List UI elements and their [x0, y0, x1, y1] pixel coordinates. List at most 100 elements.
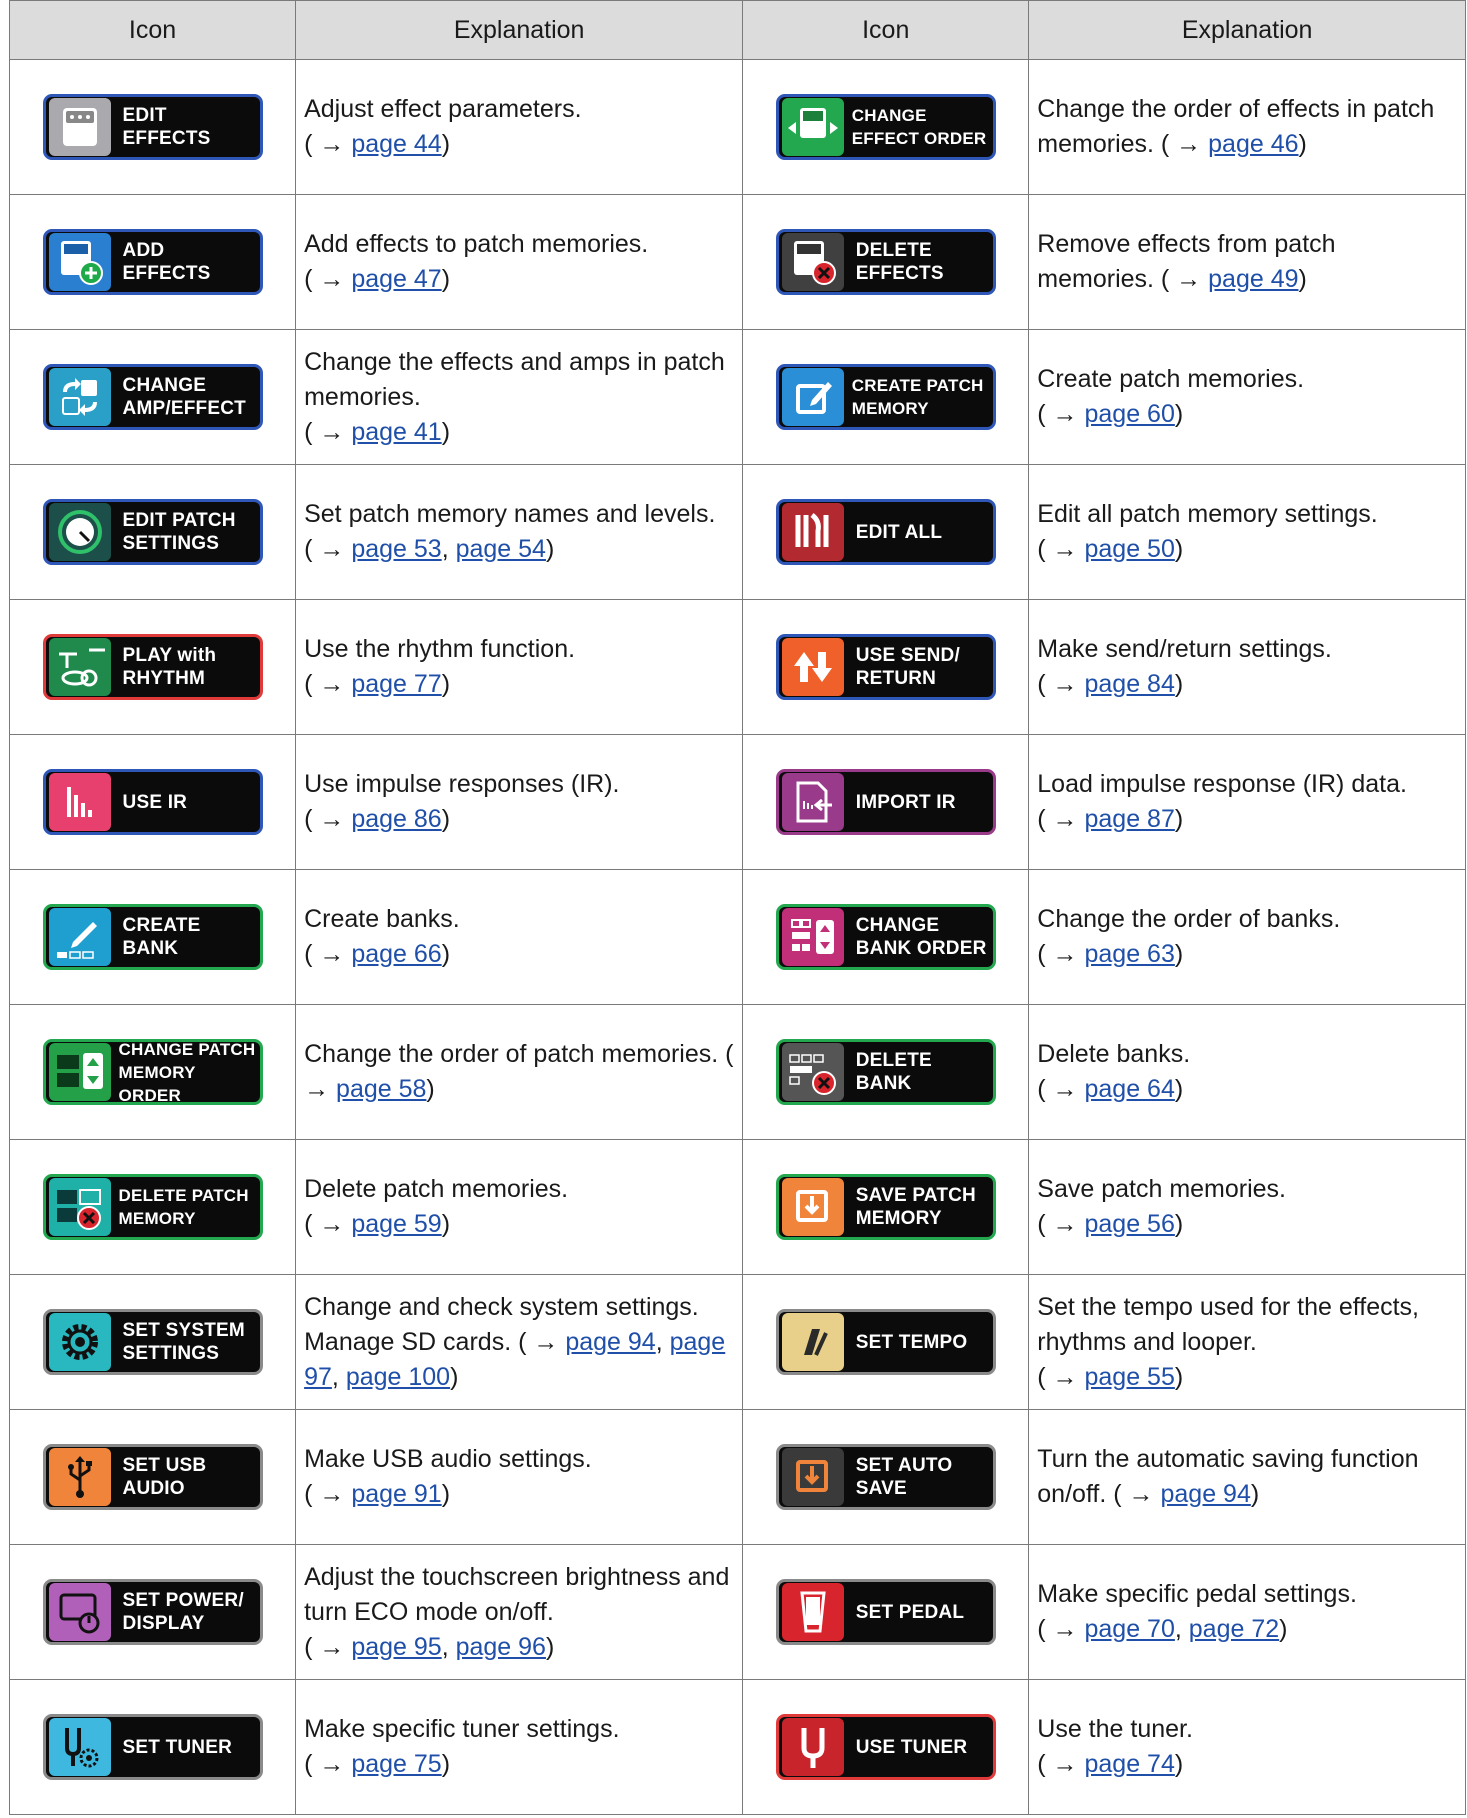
icon-cell: SET TEMPO — [742, 1274, 1030, 1410]
page-link[interactable]: page 66 — [351, 940, 441, 968]
page-link[interactable]: page 96 — [456, 1633, 546, 1661]
tile-label: CREATE BANK — [123, 914, 201, 960]
page-link[interactable]: page 49 — [1208, 265, 1298, 293]
tile-label-line: DELETE — [855, 240, 932, 261]
explanation-text: Use impulse responses (IR). — [304, 770, 620, 798]
page-link[interactable]: page 74 — [1085, 1750, 1175, 1778]
set-pedal-button[interactable]: SET PEDAL — [775, 1579, 996, 1645]
page-link[interactable]: page 100 — [346, 1363, 450, 1391]
use-send-return-button[interactable]: USE SEND/RETURN — [775, 634, 996, 700]
page-link[interactable]: page 63 — [1085, 940, 1175, 968]
link-separator: , — [331, 1362, 346, 1391]
explanation-text: Adjust the touchscreen brightness and tu… — [304, 1562, 730, 1626]
explanation-tail: ) — [1250, 1480, 1260, 1508]
page-link[interactable]: page 41 — [351, 418, 441, 446]
tile-label-line: IMPORT IR — [855, 791, 956, 813]
page-link[interactable]: page 47 — [351, 265, 441, 293]
save-patch-memory-button[interactable]: SAVE PATCH MEMORY — [775, 1174, 996, 1240]
explanation-text: ( → — [304, 670, 352, 698]
page-link[interactable]: page 44 — [351, 130, 441, 158]
explanation-cell: Turn the automatic saving function on/of… — [1028, 1409, 1466, 1545]
page-link[interactable]: page 75 — [351, 1750, 441, 1778]
explanation-text: ( → — [304, 805, 352, 833]
set-tempo-button[interactable]: SET TEMPO — [775, 1309, 996, 1375]
use-tuner-button[interactable]: USE TUNER — [775, 1714, 996, 1780]
page-link[interactable]: page 56 — [1085, 1210, 1175, 1238]
page-link[interactable]: page 94 — [565, 1328, 655, 1356]
delete-bank-button[interactable]: DELETE BANK — [775, 1039, 996, 1105]
explanation-cell: Adjust effect parameters. ( → page 44) — [295, 59, 744, 195]
icon-cell: SET AUTO SAVE — [742, 1409, 1030, 1545]
header-icon: Icon — [8, 0, 297, 60]
pedal-icon — [48, 98, 111, 156]
change-amp-effect-button[interactable]: CHANGE AMP/EFFECT — [42, 364, 263, 430]
edit-effects-button[interactable]: EDIT EFFECTS — [42, 94, 263, 160]
create-patch-memory-button[interactable]: CREATE PATCH MEMORY — [775, 364, 996, 430]
explanation-cell: Set the tempo used for the effects, rhyt… — [1028, 1274, 1466, 1410]
page-link[interactable]: page 59 — [351, 1210, 441, 1238]
tile-label: SET SYSTEM SETTINGS — [123, 1319, 245, 1365]
tile-label: SET TUNER — [123, 1736, 232, 1759]
page-link[interactable]: page 60 — [1085, 400, 1175, 428]
page-link[interactable]: page 64 — [1085, 1075, 1175, 1103]
edit-patch-settings-button[interactable]: EDIT PATCH SETTINGS — [42, 499, 263, 565]
explanation-tail: ) — [441, 265, 451, 293]
use-ir-button[interactable]: USE IR — [42, 769, 263, 835]
page-link[interactable]: page 94 — [1161, 1480, 1251, 1508]
page-link[interactable]: page 95 — [351, 1633, 441, 1661]
page-link[interactable]: page 70 — [1085, 1615, 1175, 1643]
page-link[interactable]: page 54 — [456, 535, 546, 563]
save-icon — [781, 1178, 844, 1236]
import-ir-button[interactable]: IMPORT IR — [775, 769, 996, 835]
change-bank-order-button[interactable]: CHANGE BANK ORDER — [775, 904, 996, 970]
page-link[interactable]: page 46 — [1208, 130, 1298, 158]
page-link[interactable]: page 50 — [1085, 535, 1175, 563]
delete-patch-icon — [48, 1178, 111, 1236]
swap-icon — [48, 368, 111, 426]
page-link[interactable]: page 86 — [351, 805, 441, 833]
set-auto-save-button[interactable]: SET AUTO SAVE — [775, 1444, 996, 1510]
tile-label-line: SAVE — [855, 1478, 907, 1499]
set-usb-audio-button[interactable]: SET USB AUDIO — [42, 1444, 263, 1510]
table-row: ADD EFFECTS Add effects to patch memories.… — [8, 194, 1466, 330]
edit-all-button[interactable]: EDIT ALL — [775, 499, 996, 565]
change-patch-memory-order-button[interactable]: CHANGE PATCH MEMORY ORDER — [42, 1039, 263, 1105]
explanation-text: Change the order of banks. — [1037, 905, 1341, 933]
icon-cell: CHANGE BANK ORDER — [742, 869, 1030, 1005]
explanation-cell: Create patch memories. ( → page 60) — [1028, 329, 1466, 465]
set-tuner-button[interactable]: SET TUNER — [42, 1714, 263, 1780]
delete-patch-memory-button[interactable]: DELETE PATCH MEMORY — [42, 1174, 263, 1240]
play-with-rhythm-button[interactable]: PLAY with RHYTHM — [42, 634, 263, 700]
page-link[interactable]: page 77 — [351, 670, 441, 698]
auto-save-icon — [781, 1448, 844, 1506]
icon-cell: CREATE BANK — [8, 869, 297, 1005]
tile-label: EDIT EFFECTS — [123, 104, 211, 150]
page-link[interactable]: page 53 — [351, 535, 441, 563]
create-bank-button[interactable]: CREATE BANK — [42, 904, 263, 970]
page-link[interactable]: page 84 — [1085, 670, 1175, 698]
page-link[interactable]: page 91 — [351, 1480, 441, 1508]
delete-effects-button[interactable]: DELETE EFFECTS — [775, 229, 996, 295]
tile-label-line: CHANGE — [122, 375, 207, 396]
icon-cell: EDIT EFFECTS — [8, 59, 297, 195]
explanation-text: Create banks. — [304, 905, 460, 933]
page-link[interactable]: page 72 — [1189, 1615, 1279, 1643]
explanation-cell: Make specific tuner settings. ( → page 75… — [295, 1679, 744, 1815]
explanation-tail: ) — [426, 1075, 435, 1103]
reorder-pedal-icon — [781, 98, 844, 156]
set-system-settings-button[interactable]: SET SYSTEM SETTINGS — [42, 1309, 263, 1375]
page-link[interactable]: page 55 — [1085, 1363, 1175, 1391]
header-icon: Icon — [742, 0, 1030, 60]
metronome-icon — [781, 1313, 844, 1371]
page-link[interactable]: page 58 — [336, 1075, 426, 1103]
explanation-text: ( → — [1037, 805, 1085, 833]
icon-cell: IMPORT IR — [742, 734, 1030, 870]
set-power-display-button[interactable]: SET POWER/DISPLAY — [42, 1579, 263, 1645]
change-effect-order-button[interactable]: CHANGE EFFECT ORDER — [775, 94, 996, 160]
tile-label-line: MEMORY ORDER — [118, 1062, 196, 1105]
tile-label-line: AUDIO — [122, 1478, 185, 1499]
import-ir-icon — [781, 773, 844, 831]
page-link[interactable]: page 87 — [1085, 805, 1175, 833]
add-effects-button[interactable]: ADD EFFECTS — [42, 229, 263, 295]
link-separator: , — [441, 1632, 456, 1661]
